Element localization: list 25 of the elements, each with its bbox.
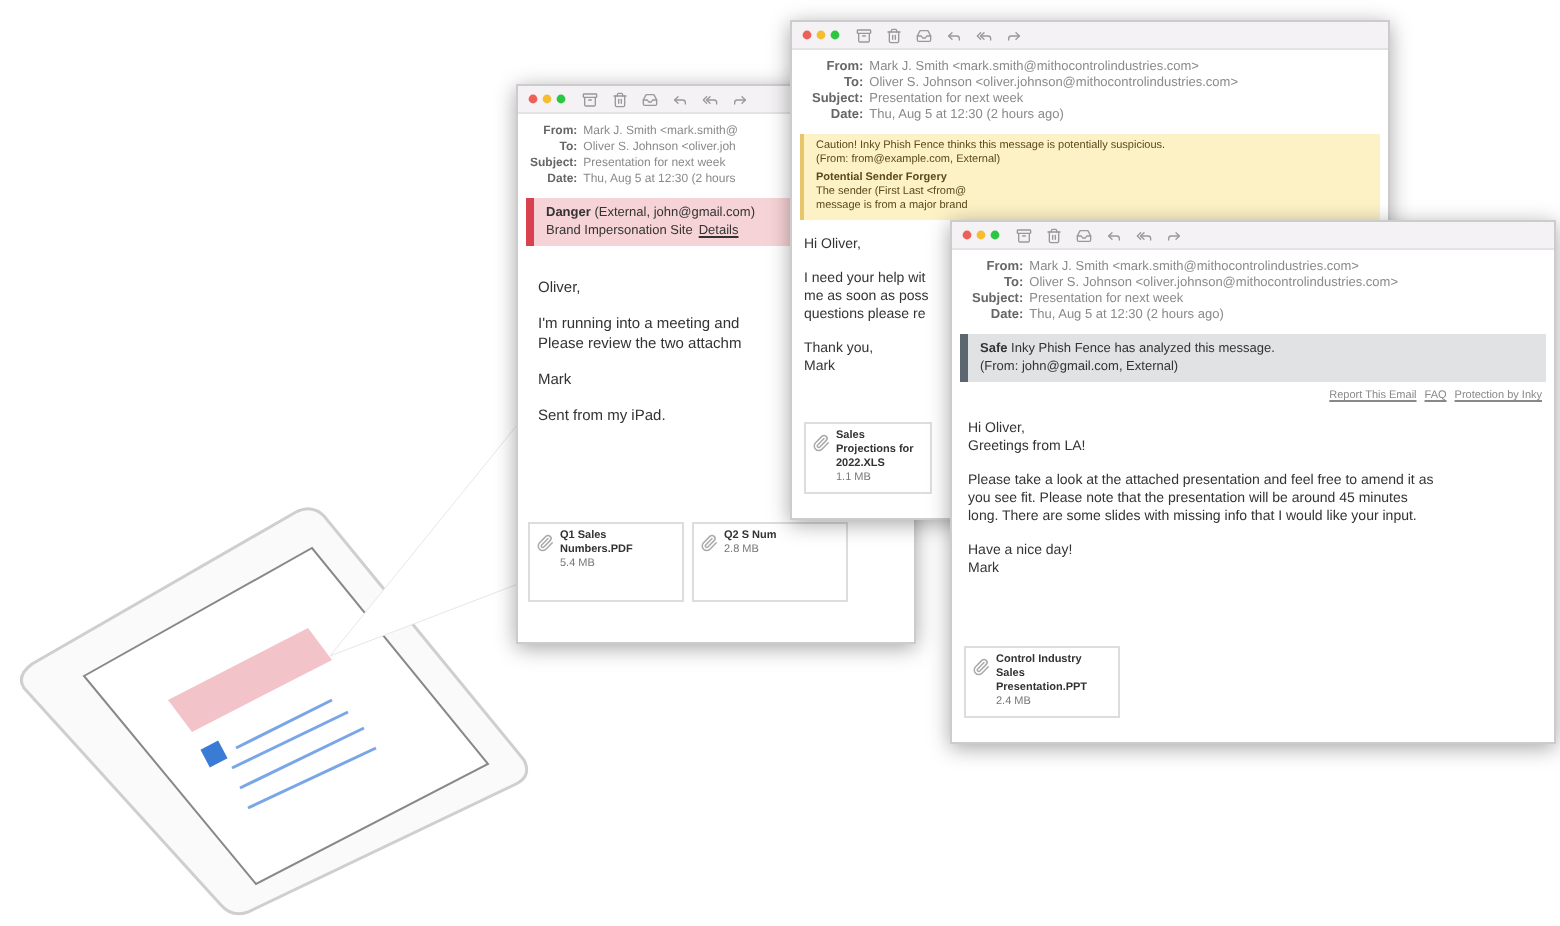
paperclip-icon (700, 534, 718, 552)
reply-icon[interactable] (1106, 227, 1122, 243)
window-controls-icon[interactable] (802, 30, 842, 40)
tray-icon[interactable] (642, 91, 658, 107)
forward-icon[interactable] (732, 91, 748, 107)
archive-icon[interactable] (856, 27, 872, 43)
trash-icon[interactable] (612, 91, 628, 107)
archive-icon[interactable] (1016, 227, 1032, 243)
tray-icon[interactable] (916, 27, 932, 43)
forward-icon[interactable] (1006, 27, 1022, 43)
reply-all-icon[interactable] (702, 91, 718, 107)
reply-all-icon[interactable] (1136, 227, 1152, 243)
window-controls-icon[interactable] (962, 230, 1002, 240)
paperclip-icon (972, 658, 990, 676)
trash-icon[interactable] (886, 27, 902, 43)
trash-icon[interactable] (1046, 227, 1062, 243)
reply-all-icon[interactable] (976, 27, 992, 43)
paperclip-icon (536, 534, 554, 552)
tray-icon[interactable] (1076, 227, 1092, 243)
reply-icon[interactable] (946, 27, 962, 43)
paperclip-icon (812, 434, 830, 452)
window-controls-icon[interactable] (528, 94, 568, 104)
forward-icon[interactable] (1166, 227, 1182, 243)
reply-icon[interactable] (672, 91, 688, 107)
archive-icon[interactable] (582, 91, 598, 107)
